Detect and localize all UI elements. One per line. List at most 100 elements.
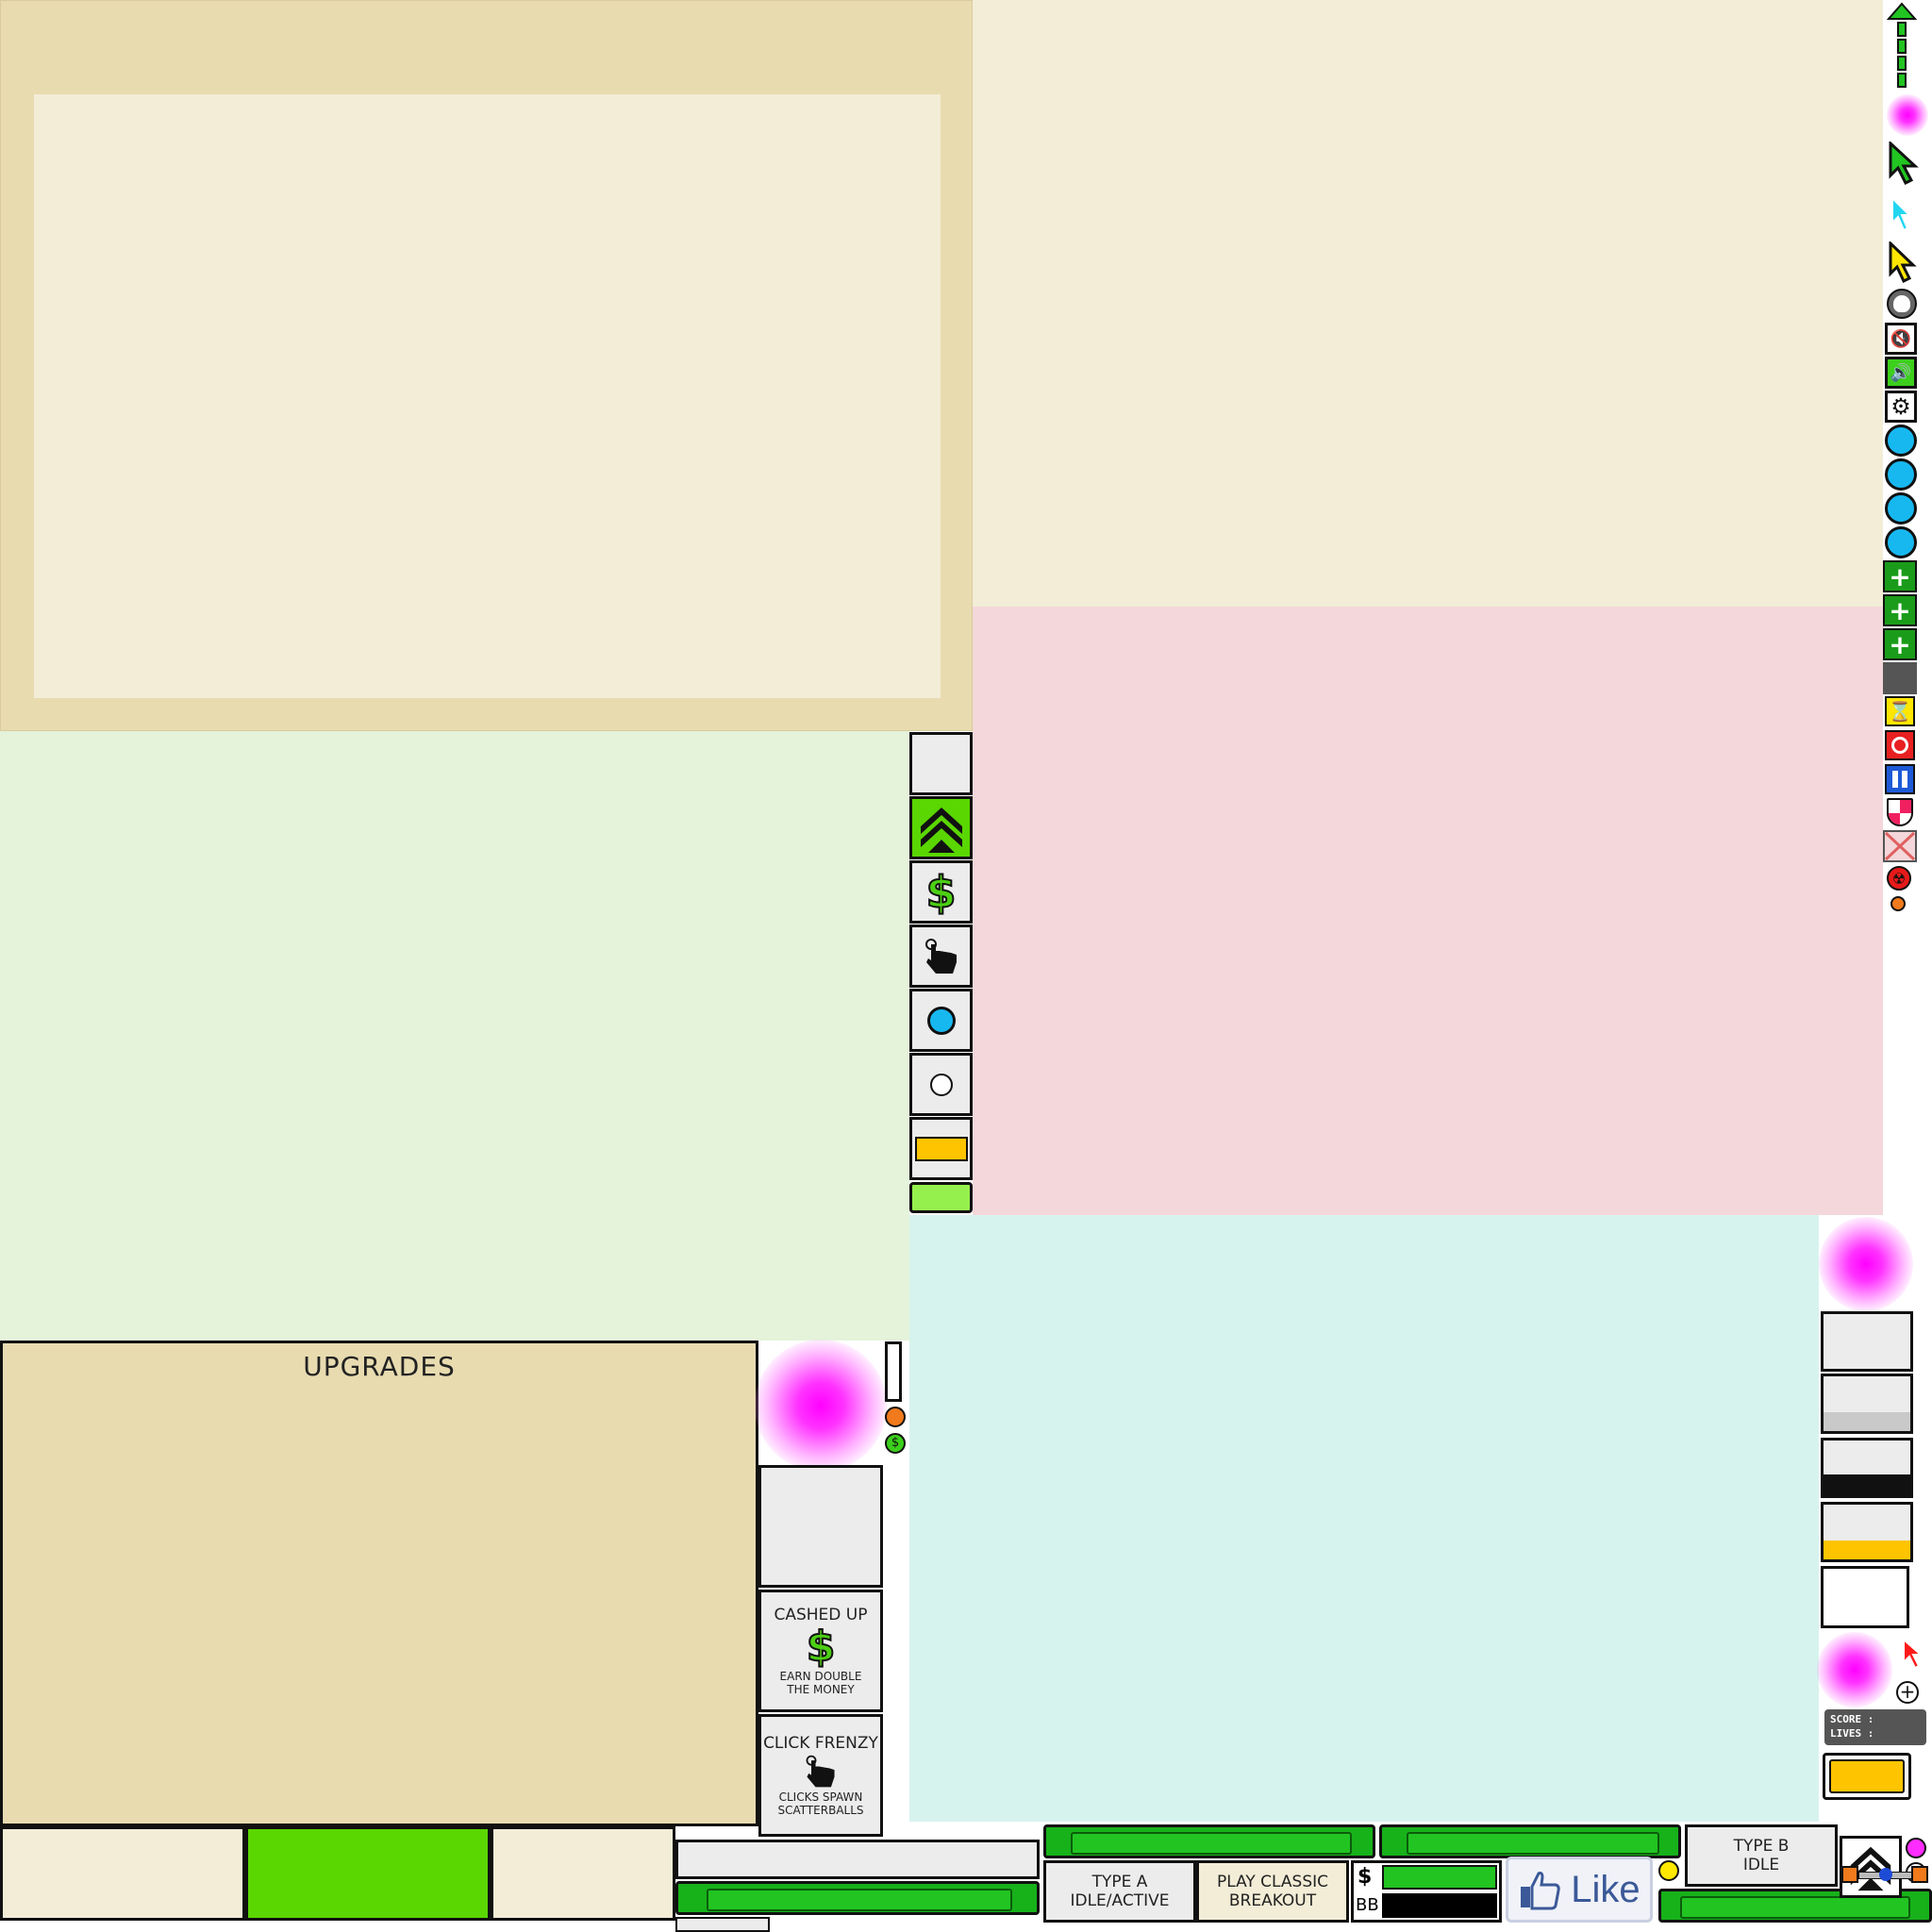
shield-red-2	[1889, 813, 1900, 824]
small-orange-ball-icon[interactable]	[1890, 896, 1906, 911]
play-classic-button[interactable]: PLAY CLASSIC BREAKOUT	[1196, 1860, 1349, 1923]
green-plus-icon[interactable]: +	[1883, 560, 1917, 592]
type-b-button[interactable]: TYPE B IDLE	[1685, 1824, 1838, 1887]
cashed-up-desc-1: EARN DOUBLE	[779, 1670, 862, 1683]
close-x-icon[interactable]	[1883, 830, 1917, 862]
blue-ball-icon[interactable]	[1885, 425, 1917, 457]
click-frenzy-title: CLICK FRENZY	[763, 1734, 878, 1753]
currency-money-bar	[1382, 1865, 1497, 1890]
upgrade-card-cashed-up[interactable]: CASHED UP $ EARN DOUBLE THE MONEY	[758, 1590, 883, 1712]
yellow-paddle-icon	[914, 1136, 968, 1161]
pause-bars	[1892, 771, 1898, 788]
green-up-arrow-icon[interactable]	[1887, 2, 1917, 89]
bar-inner	[1071, 1832, 1352, 1855]
currency-box: $ BB	[1351, 1860, 1502, 1923]
like-button[interactable]: Like	[1506, 1857, 1653, 1923]
gear-icon[interactable]: ⚙	[1885, 391, 1917, 423]
blank-tile-icon[interactable]	[1883, 662, 1917, 694]
progress-bar-b	[1379, 1824, 1681, 1858]
green-plus-icon[interactable]: +	[1883, 628, 1917, 660]
like-label: Like	[1571, 1868, 1641, 1910]
sound-on-icon[interactable]: 🔊	[1885, 357, 1917, 389]
type-a-button[interactable]: TYPE A IDLE/ACTIVE	[1043, 1860, 1196, 1923]
target-icon[interactable]	[1885, 730, 1915, 760]
bottom-tab-right[interactable]	[491, 1826, 675, 1921]
plus-circle-icon[interactable]: +	[1896, 1681, 1919, 1704]
hourglass-icon[interactable]: ⌛	[1885, 696, 1915, 726]
green-dollar-ball-icon: $	[885, 1433, 906, 1454]
upgrade-card-click-frenzy[interactable]: CLICK FRENZY CLICKS SPAWN SCATTERBALLS	[758, 1714, 883, 1837]
speed-slider[interactable]	[1841, 1866, 1930, 1883]
upgrade-card-empty[interactable]	[758, 1465, 883, 1588]
shield-red	[1900, 800, 1911, 813]
cashed-up-title: CASHED UP	[774, 1606, 868, 1624]
bar-inner	[1407, 1832, 1659, 1855]
white-ball-icon	[929, 1073, 953, 1096]
right-slot-3[interactable]	[1821, 1438, 1913, 1498]
right-slot-1[interactable]	[1821, 1311, 1913, 1372]
skull-face	[1893, 295, 1910, 312]
green-panel	[0, 731, 909, 1341]
yellow-ball-icon	[1658, 1860, 1679, 1881]
magenta-glow-large	[755, 1340, 887, 1472]
shield-icon[interactable]	[1887, 798, 1913, 826]
strip-white-ball-slot[interactable]	[909, 1053, 973, 1116]
right-slot-2[interactable]	[1821, 1374, 1913, 1434]
currency-dollar-label: $	[1357, 1865, 1373, 1889]
small-vertical-slot[interactable]	[885, 1341, 902, 1402]
skull-icon[interactable]	[1887, 289, 1917, 319]
bottom-tab-left[interactable]	[0, 1826, 245, 1921]
black-fill	[1824, 1474, 1910, 1495]
strip-click-slot[interactable]	[909, 924, 973, 988]
slider-left-cap	[1841, 1866, 1858, 1883]
cashed-up-desc-2: THE MONEY	[787, 1683, 855, 1696]
type-a-line1: TYPE A	[1091, 1873, 1148, 1891]
magenta-glow-right-top	[1819, 1217, 1913, 1311]
paddle-button[interactable]	[1823, 1753, 1911, 1800]
sound-off-icon[interactable]: 🔇	[1885, 323, 1917, 355]
bottom-empty-bar[interactable]	[675, 1840, 1040, 1879]
teal-panel	[909, 1215, 1819, 1822]
target-ring	[1891, 737, 1908, 754]
green-plus-icon[interactable]: +	[1883, 594, 1917, 626]
click-frenzy-desc-1: CLICKS SPAWN	[778, 1790, 863, 1804]
green-cursor-icon[interactable]	[1887, 142, 1921, 187]
bottom-tab-center[interactable]	[245, 1826, 491, 1921]
currency-bb-bar	[1382, 1893, 1497, 1918]
blue-ball-icon	[926, 1006, 956, 1035]
blue-ball-icon[interactable]	[1885, 492, 1917, 525]
blue-ball-icon[interactable]	[1885, 458, 1917, 491]
play-classic-line1: PLAY CLASSIC	[1216, 1873, 1329, 1891]
click-frenzy-desc-2: SCATTERBALLS	[777, 1804, 864, 1817]
upgrades-panel: UPGRADES	[0, 1341, 758, 1826]
top-left-frame-inner	[34, 94, 941, 698]
right-white-slot[interactable]	[1821, 1566, 1909, 1628]
yellow-paddle-icon	[1829, 1759, 1905, 1793]
progress-bar-a	[1043, 1824, 1375, 1858]
pause-icon[interactable]	[1885, 764, 1915, 794]
pink-panel	[973, 607, 1883, 1215]
type-b-line2: IDLE	[1742, 1856, 1780, 1874]
strip-money-slot[interactable]: $	[909, 860, 973, 924]
orange-ball-icon	[885, 1407, 906, 1427]
yellow-fill	[1824, 1541, 1910, 1559]
bar-inner	[1680, 1896, 1910, 1919]
strip-paddle-slot[interactable]	[909, 1117, 973, 1180]
cyan-cursor-icon[interactable]	[1889, 196, 1913, 234]
yellow-cursor-icon[interactable]	[1887, 242, 1917, 285]
strip-upgrade-slot[interactable]	[909, 796, 973, 859]
upgrades-title: UPGRADES	[303, 1351, 456, 1382]
blue-ball-icon[interactable]	[1885, 526, 1917, 558]
dollar-icon: $	[806, 1623, 837, 1671]
bottom-small-slot[interactable]	[675, 1917, 770, 1932]
chevrons-up-icon	[920, 807, 962, 853]
strip-ball-slot[interactable]	[909, 989, 973, 1052]
strip-blank-slot[interactable]	[909, 732, 973, 795]
type-a-line2: IDLE/ACTIVE	[1070, 1891, 1170, 1910]
slider-knob[interactable]	[1879, 1868, 1892, 1881]
magenta-glow-right-bottom	[1817, 1632, 1892, 1707]
radiation-icon[interactable]: ☢	[1887, 866, 1911, 891]
right-slot-4[interactable]	[1821, 1502, 1913, 1562]
strip-green-tab[interactable]	[909, 1182, 973, 1213]
gray-fill	[1824, 1412, 1910, 1431]
